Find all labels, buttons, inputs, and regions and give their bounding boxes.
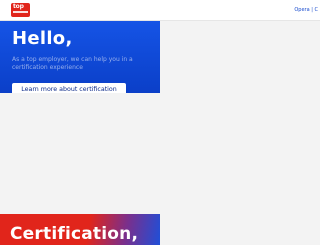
certification-section-banner: Certification, [0, 214, 160, 245]
hero-title: Hello, [12, 28, 73, 49]
top-navigation-bar: top Opera | C [0, 0, 320, 21]
logo-text: top [13, 3, 24, 10]
hero-banner: Hello, As a top employer, we can help yo… [0, 21, 160, 93]
top-employers-logo[interactable]: top [11, 3, 30, 17]
learn-more-certification-button[interactable]: Learn more about certification [12, 83, 126, 93]
header-nav-link[interactable]: Opera | C [294, 7, 318, 13]
certification-heading: Certification, [10, 224, 139, 244]
hero-subtitle: As a top employer, we can help you in a … [12, 56, 133, 71]
logo-underline [13, 11, 28, 13]
